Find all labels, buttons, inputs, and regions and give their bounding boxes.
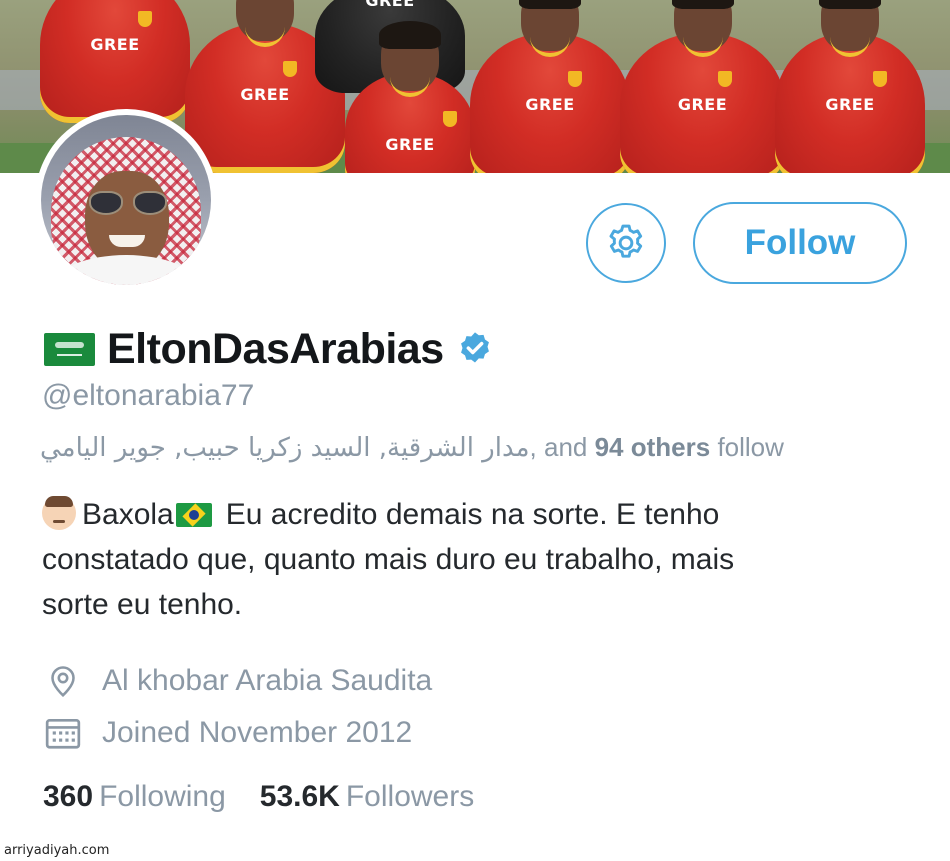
- sponsor-text: GREE: [385, 135, 435, 154]
- profile-location: Al khobar Arabia Saudita: [44, 662, 432, 700]
- bio-line: sorte eu tenho.: [42, 588, 243, 621]
- profile-name-row: EltonDasArabias: [44, 323, 494, 375]
- followers-label: Followers: [345, 780, 475, 813]
- profile-bio: Baxola Eu acredito demais na sorte. E ten…: [42, 492, 902, 627]
- mutual-follower-names[interactable]: مدار الشرقية, السيد زكريا حبيب, جوير الي…: [40, 433, 530, 463]
- others-count[interactable]: 94 others: [595, 432, 711, 462]
- player-figure: GREE: [620, 0, 785, 173]
- sponsor-text: GREE: [525, 95, 575, 114]
- sponsor-text: GREE: [825, 95, 875, 114]
- profile-joined-date: Joined November 2012: [44, 714, 412, 752]
- display-name: EltonDasArabias: [107, 324, 444, 373]
- sponsor-text: GREE: [240, 85, 290, 104]
- bio-line: Baxola Eu acredito demais na sorte. E ten…: [42, 492, 902, 537]
- player-figure: GREE: [345, 21, 475, 173]
- bio-name: Baxola: [82, 498, 174, 531]
- sponsor-text: GREE: [365, 0, 415, 10]
- location-text: Al khobar Arabia Saudita: [102, 664, 433, 697]
- profile-handle: @eltonarabia77: [42, 379, 255, 412]
- following-count: 360: [43, 780, 94, 813]
- following-label: Following: [99, 780, 226, 813]
- and-text: , and: [529, 432, 588, 462]
- bio-text: Eu acredito demais na sorte. E tenho: [225, 498, 720, 531]
- followers-you-know[interactable]: مدار الشرقية, السيد زكريا حبيب, جوير الي…: [40, 432, 852, 463]
- location-pin-icon: [44, 662, 82, 700]
- avatar-photo: [41, 115, 211, 285]
- joined-text: Joined November 2012: [102, 716, 413, 749]
- saudi-flag-icon: [44, 332, 95, 366]
- following-stat[interactable]: 360 Following: [43, 780, 226, 814]
- sponsor-text: GREE: [677, 95, 728, 114]
- brazil-flag-icon: [175, 503, 212, 527]
- profile-avatar[interactable]: [35, 109, 217, 291]
- settings-button[interactable]: [586, 203, 666, 283]
- verified-badge-icon: [460, 332, 489, 363]
- source-watermark: arriyadiyah.com: [4, 843, 110, 858]
- bio-line: constatado que, quanto mais duro eu trab…: [42, 543, 735, 576]
- followers-stat[interactable]: 53.6K Followers: [260, 780, 474, 814]
- calendar-icon: [44, 714, 82, 752]
- player-figure: GREE: [470, 0, 630, 173]
- profile-stats: 360 Following 53.6K Followers: [43, 780, 508, 814]
- man-face-emoji-icon: [42, 496, 76, 530]
- player-figure: GREE: [775, 0, 925, 173]
- follow-text: follow: [717, 432, 784, 462]
- sponsor-text: GREE: [90, 35, 140, 54]
- player-figure: GREE: [40, 0, 190, 123]
- gear-icon: [609, 224, 643, 258]
- followers-count: 53.6K: [259, 780, 340, 813]
- follow-button[interactable]: Follow: [693, 202, 907, 284]
